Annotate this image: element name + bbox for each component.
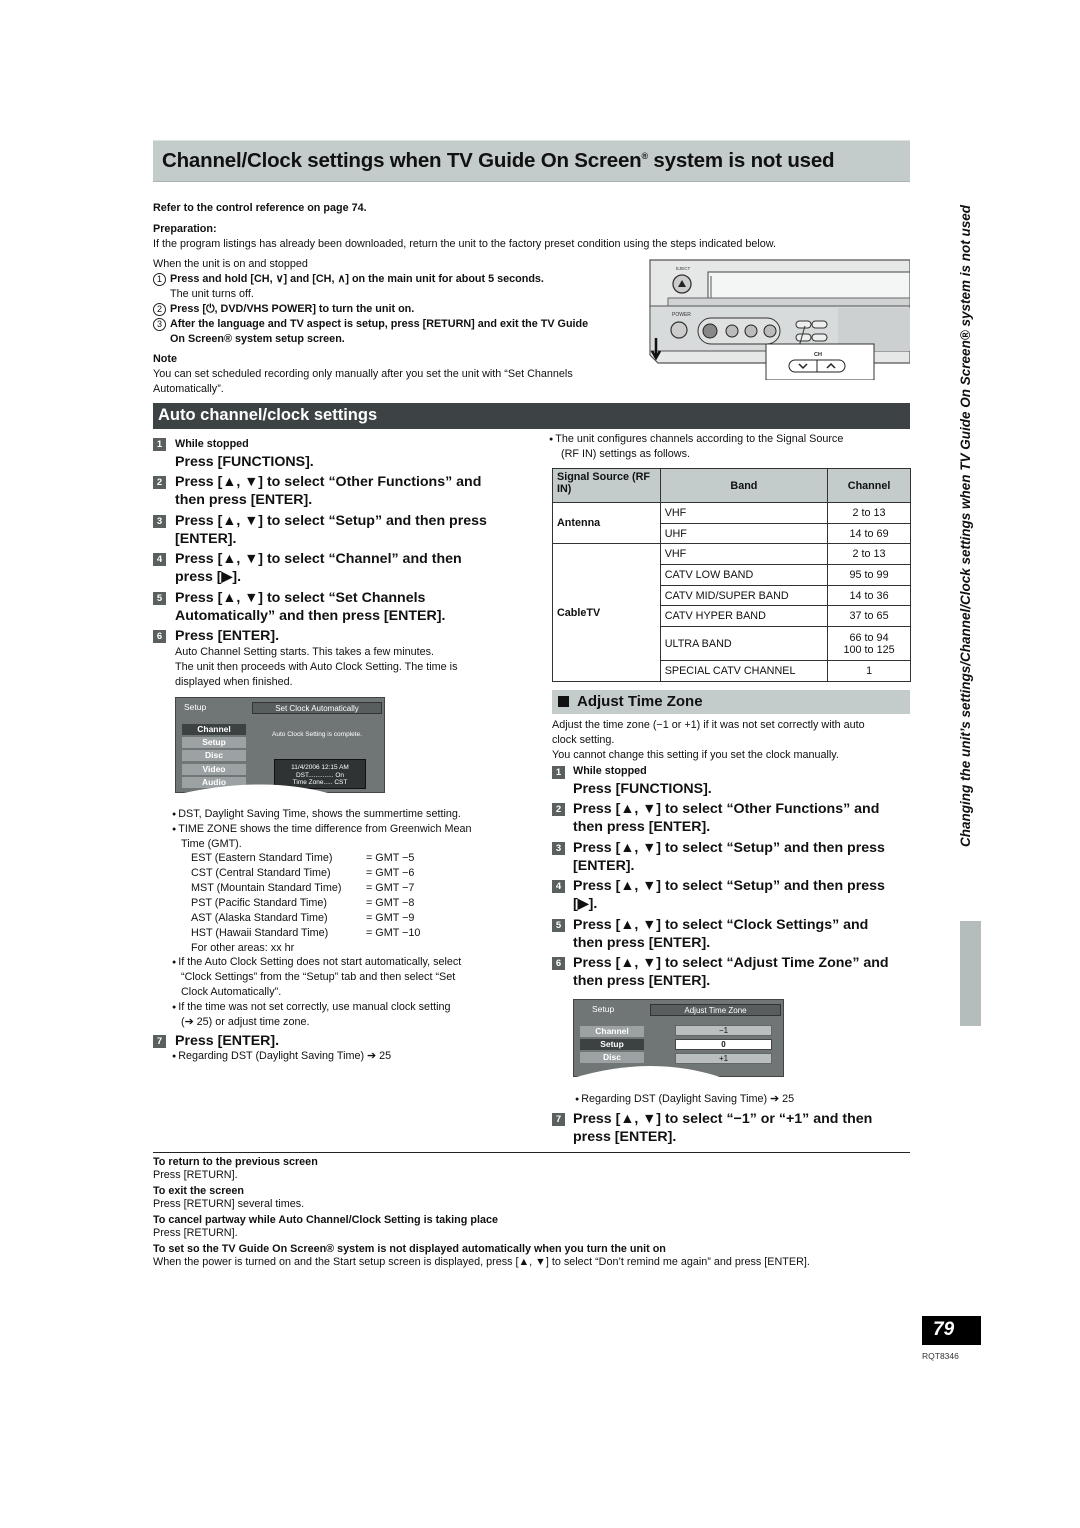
table-header-row: Signal Source (RF IN) Band Channel xyxy=(552,468,911,503)
table-row: Antenna VHF 2 to 13 xyxy=(552,501,911,545)
power-button-icon xyxy=(670,321,688,339)
header-signal-source: Signal Source (RF IN) xyxy=(552,468,661,503)
page-title: Channel/Clock settings when TV Guide On … xyxy=(162,149,835,172)
section-tab-marker xyxy=(960,921,981,1026)
table-intro: The unit configures channels according t… xyxy=(549,432,909,462)
device-illustration: EJECT POWER CH xyxy=(648,258,911,381)
adjust-step-1: Press [FUNCTIONS]. xyxy=(573,781,712,797)
prep-step-3-cont: On Screen® system setup screen. xyxy=(170,333,345,345)
footer-notes: To return to the previous screen Press [… xyxy=(153,1156,810,1268)
step-number: 1 xyxy=(552,766,565,779)
step-number: 5 xyxy=(552,919,565,932)
adjust-dst-bullet: Regarding DST (Daylight Saving Time) ➔ 2… xyxy=(575,1092,794,1107)
adjust-intro: Adjust the time zone (−1 or +1) if it wa… xyxy=(552,719,865,761)
osd-menu-setup: Setup xyxy=(580,1039,644,1050)
prep-step-2: 2 Press [⏻, DVD/VHS POWER] to turn the un… xyxy=(153,302,414,317)
auto-step-6: Press [ENTER]. xyxy=(175,628,280,644)
osd-left-title: Setup xyxy=(184,702,207,712)
step-number: 3 xyxy=(153,515,166,528)
step-pre: While stopped xyxy=(573,765,647,777)
prep-step-3: 3 After the language and TV aspect is set… xyxy=(153,317,588,332)
auto-step-3: Press [▲, ▼] to select “Setup” and then … xyxy=(175,513,487,547)
osd-right-title: Set Clock Automatically xyxy=(252,702,382,714)
side-caption: Changing the unit’s settings/Channel/Clo… xyxy=(958,204,973,847)
osd-menu-disc: Disc xyxy=(182,750,246,761)
adjust-step-7: Press [▲, ▼] to select “−1” or “+1” and … xyxy=(573,1111,873,1145)
adjust-step-6: Press [▲, ▼] to select “Adjust Time Zone… xyxy=(573,955,889,989)
osd-option-0-selected: 0 xyxy=(675,1039,772,1050)
step-number: 3 xyxy=(552,842,565,855)
osd-option-minus1: −1 xyxy=(675,1025,772,1036)
auto-step-2: Press [▲, ▼] to select “Other Functions”… xyxy=(175,474,482,508)
note-text: You can set scheduled recording only man… xyxy=(153,368,573,395)
page-number-box: 79 xyxy=(922,1316,981,1345)
timezone-list: EST (Eastern Standard Time) = GMT −5 CST … xyxy=(191,852,421,954)
osd-left-title: Setup xyxy=(592,1004,615,1014)
auto-step-6-desc: Auto Channel Setting starts. This takes … xyxy=(175,646,458,688)
osd-menu-channel: Channel xyxy=(182,724,246,735)
auto-step-7-bullet: Regarding DST (Daylight Saving Time) ➔ 2… xyxy=(172,1049,391,1064)
step-number: 4 xyxy=(153,553,166,566)
osd-adjust-time-zone-screen: Setup Channel Setup Disc Adjust Time Zon… xyxy=(573,999,784,1078)
dst-bullets: DST, Daylight Saving Time, shows the sum… xyxy=(172,807,522,852)
step-number: 7 xyxy=(153,1035,166,1048)
adjust-step-2: Press [▲, ▼] to select “Other Functions”… xyxy=(573,801,880,835)
step-pre: While stopped xyxy=(175,438,249,450)
footer-divider xyxy=(153,1152,910,1153)
square-bullet-icon xyxy=(558,696,569,707)
document-code: RQT8346 xyxy=(922,1351,959,1361)
section-header-adjust: Adjust Time Zone xyxy=(552,690,910,714)
adjust-step-3: Press [▲, ▼] to select “Setup” and then … xyxy=(573,840,885,874)
osd-page-curl xyxy=(175,784,335,795)
channel-table: Signal Source (RF IN) Band Channel Anten… xyxy=(552,468,911,682)
auto-step-7: Press [ENTER]. xyxy=(175,1033,280,1049)
preparation-text: If the program listings has already been… xyxy=(153,238,777,250)
step-number: 1 xyxy=(153,438,166,451)
osd-menu-channel: Channel xyxy=(580,1026,644,1037)
osd-message: Auto Clock Setting is complete. xyxy=(272,731,362,738)
preparation-condition: When the unit is on and stopped xyxy=(153,258,308,270)
prep-step-1: 1 Press and hold [CH, ∨] and [CH, ∧] on t… xyxy=(153,272,544,287)
auto-step-1: Press [FUNCTIONS]. xyxy=(175,454,314,470)
table-row: CableTV VHF 2 to 13 xyxy=(552,543,911,682)
step-number: 6 xyxy=(153,630,166,643)
section-title-auto: Auto channel/clock settings xyxy=(158,406,378,424)
osd-right-title: Adjust Time Zone xyxy=(650,1004,781,1016)
refer-text: Refer to the control reference on page 7… xyxy=(153,202,367,214)
osd-menu-video: Video xyxy=(182,764,246,775)
osd-menu-setup: Setup xyxy=(182,737,246,748)
prep-step-1-sub: The unit turns off. xyxy=(170,288,254,300)
dvd-recorder-front-panel: EJECT POWER CH xyxy=(649,259,911,381)
svg-text:EJECT: EJECT xyxy=(676,266,691,271)
clock-bullets: If the Auto Clock Setting does not start… xyxy=(172,955,522,1030)
step-number: 7 xyxy=(552,1113,565,1126)
header-channel: Channel xyxy=(827,468,911,503)
page-number: 79 xyxy=(933,1319,955,1340)
auto-step-4: Press [▲, ▼] to select “Channel” and the… xyxy=(175,551,462,585)
header-band: Band xyxy=(659,468,829,503)
step-number: 4 xyxy=(552,880,565,893)
preparation-heading: Preparation: xyxy=(153,223,217,235)
adjust-step-5: Press [▲, ▼] to select “Clock Settings” … xyxy=(573,917,869,951)
osd-set-clock-screen: Setup Channel Setup Disc Video Audio Set… xyxy=(175,697,385,795)
page-title-bar: Channel/Clock settings when TV Guide On … xyxy=(153,140,910,182)
svg-text:CH: CH xyxy=(814,352,822,358)
step-number: 2 xyxy=(552,803,565,816)
auto-step-5: Press [▲, ▼] to select “Set Channels Auto… xyxy=(175,590,446,624)
section-title-adjust: Adjust Time Zone xyxy=(558,693,703,710)
step-number: 2 xyxy=(153,476,166,489)
section-header-auto: Auto channel/clock settings xyxy=(153,403,910,429)
svg-text:POWER: POWER xyxy=(672,312,691,318)
step-number: 5 xyxy=(153,592,166,605)
osd-page-curl xyxy=(573,1066,723,1078)
step-number: 6 xyxy=(552,957,565,970)
adjust-step-4: Press [▲, ▼] to select “Setup” and then … xyxy=(573,878,885,912)
note-heading: Note xyxy=(153,353,177,365)
